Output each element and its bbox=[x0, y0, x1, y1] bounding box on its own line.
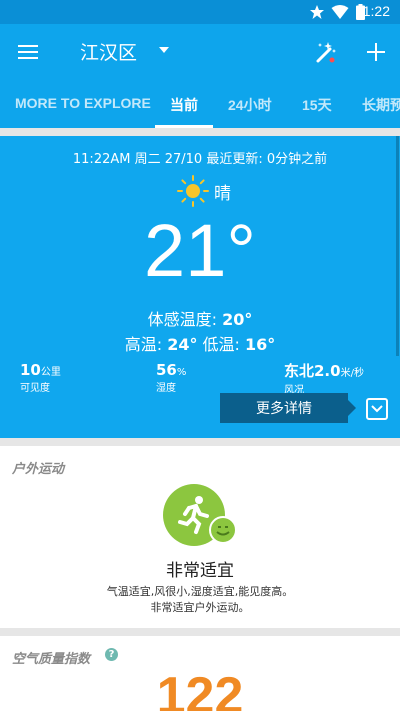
tab-24-hours[interactable]: 24小时 bbox=[228, 95, 272, 115]
humidity-stat: 56% 湿度 bbox=[156, 360, 186, 394]
air-quality-card: 空气质量指数 ? 122 bbox=[0, 636, 400, 711]
low-value: 16° bbox=[245, 335, 276, 354]
wind-unit: 米/秒 bbox=[340, 368, 364, 379]
tab-15-days[interactable]: 15天 bbox=[302, 95, 332, 115]
menu-icon bbox=[18, 45, 38, 59]
condition-text: 晴 bbox=[214, 183, 231, 204]
chevron-down-icon bbox=[371, 405, 383, 413]
status-bar: 11:22 bbox=[0, 0, 400, 24]
activity-rating: 非常适宜 bbox=[166, 561, 234, 581]
humidity-label: 湿度 bbox=[156, 383, 176, 394]
smile-face-icon bbox=[209, 516, 237, 544]
dropdown-icon[interactable] bbox=[158, 46, 170, 54]
wifi-icon bbox=[331, 5, 349, 19]
add-icon bbox=[367, 43, 385, 61]
wind-stat: 东北2.0米/秒 风况 bbox=[284, 360, 364, 396]
visibility-unit: 公里 bbox=[40, 367, 61, 378]
low-label: 低温: bbox=[197, 335, 246, 354]
scrollbar[interactable] bbox=[396, 136, 399, 356]
feels-like: 体感温度: 20° bbox=[0, 306, 400, 330]
sun-icon bbox=[177, 175, 209, 207]
activity-description: 气温适宜,风很小,湿度适宜,能见度高。 非常适宜户外运动。 bbox=[0, 584, 400, 616]
condition: 晴 bbox=[176, 174, 231, 208]
more-details-button[interactable]: 更多详情 bbox=[220, 393, 356, 423]
tab-bar: MORE TO EXPLORE 当前 24小时 15天 长期预 bbox=[0, 80, 400, 128]
menu-button[interactable] bbox=[14, 38, 42, 66]
high-low: 高温: 24° 低温: 16° bbox=[0, 331, 400, 355]
add-location-button[interactable] bbox=[362, 38, 390, 66]
feels-like-label: 体感温度: bbox=[147, 310, 223, 329]
visibility-value: 10 bbox=[20, 361, 41, 379]
outdoor-activity-card: 户外运动 非常适宜 气温适宜,风很小,湿度适宜,能见度高。 非常适宜户外运动。 bbox=[0, 446, 400, 628]
visibility-stat: 10公里 可见度 bbox=[20, 360, 61, 394]
star-icon bbox=[310, 5, 324, 19]
aqi-value: 122 bbox=[156, 667, 244, 711]
feels-like-value: 20° bbox=[222, 310, 253, 329]
help-icon[interactable]: ? bbox=[105, 648, 118, 661]
aqi-title: 空气质量指数 bbox=[12, 652, 91, 667]
activity-desc-line-1: 气温适宜,风很小,湿度适宜,能见度高。 bbox=[106, 585, 294, 598]
magic-wand-icon bbox=[316, 42, 336, 63]
current-temperature: 21° bbox=[144, 209, 256, 292]
clock: 11:22 bbox=[356, 3, 390, 19]
high-label: 高温: bbox=[124, 335, 168, 354]
current-weather-card: 11:22AM 周二 27/10 最近更新: 0分钟之前 晴 21° 体感温度:… bbox=[0, 136, 400, 438]
wind-value: 东北2.0 bbox=[284, 362, 341, 380]
outdoor-title: 户外运动 bbox=[12, 462, 65, 477]
app-bar: 江汉区 bbox=[0, 24, 400, 80]
humidity-value: 56 bbox=[156, 361, 177, 379]
location-title[interactable]: 江汉区 bbox=[80, 38, 137, 65]
tab-more-to-explore[interactable]: MORE TO EXPLORE bbox=[15, 95, 151, 111]
tab-indicator bbox=[155, 125, 213, 128]
last-updated-text: 11:22AM 周二 27/10 最近更新: 0分钟之前 bbox=[72, 152, 328, 167]
expand-button[interactable] bbox=[366, 398, 388, 420]
magic-wand-button[interactable] bbox=[312, 38, 340, 66]
high-value: 24° bbox=[167, 335, 198, 354]
visibility-label: 可见度 bbox=[20, 383, 50, 394]
activity-desc-line-2: 非常适宜户外运动。 bbox=[150, 601, 250, 614]
tab-long-term[interactable]: 长期预 bbox=[362, 95, 400, 115]
humidity-unit: % bbox=[176, 367, 187, 378]
tab-current[interactable]: 当前 bbox=[170, 95, 198, 115]
